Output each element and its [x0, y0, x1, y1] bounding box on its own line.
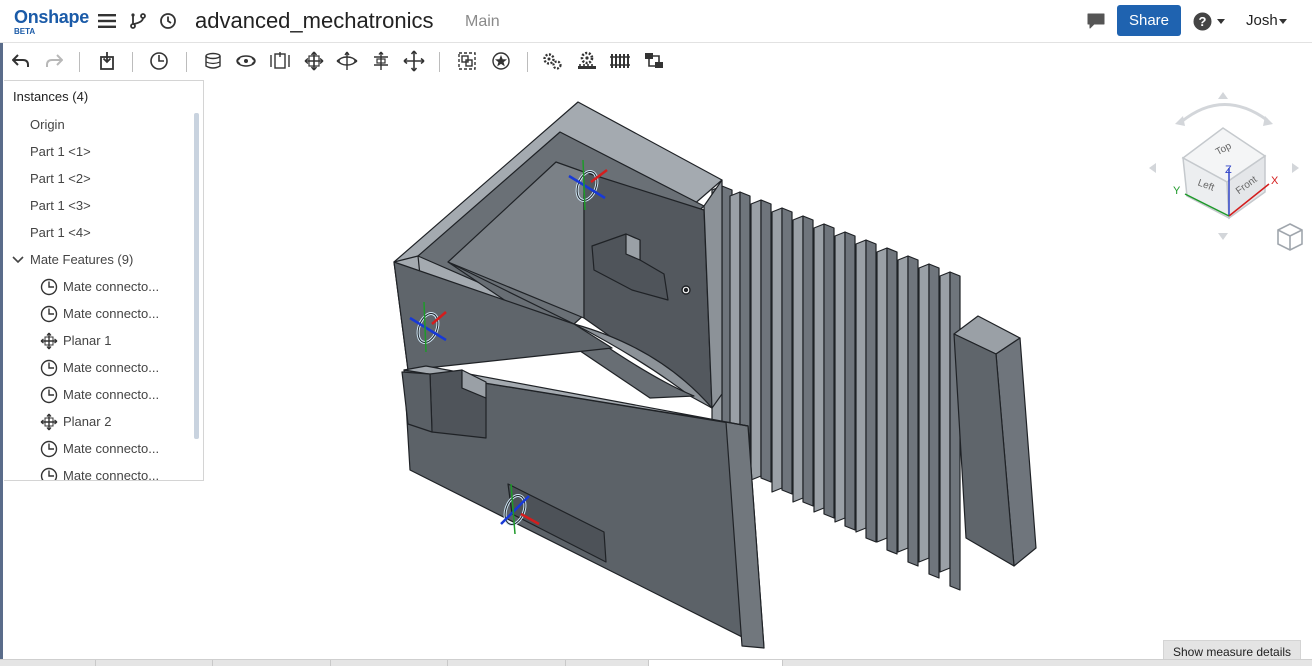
logo-text: Onshape: [14, 7, 89, 27]
mate-connector-icon: [40, 359, 58, 377]
spring-part: [711, 185, 1037, 591]
menu-icon[interactable]: [96, 10, 118, 32]
assembly-toolbar: [0, 42, 1312, 78]
active-tab[interactable]: [648, 660, 783, 666]
screw-relation-icon[interactable]: [609, 50, 631, 72]
mate-item[interactable]: Planar 2: [4, 408, 192, 435]
toolbar-divider: [439, 52, 440, 72]
toolbar-divider: [527, 52, 528, 72]
tab-divider: [212, 660, 213, 666]
tab-divider: [330, 660, 331, 666]
undo-icon[interactable]: [10, 50, 32, 72]
axis-y-label: Y: [1173, 185, 1181, 197]
planar-mate-icon: [40, 413, 58, 431]
mate-item[interactable]: Mate connecto...: [4, 462, 192, 480]
top-bar: Onshape BETA advanced_mechatronics Main …: [0, 0, 1312, 43]
panel-scrollbar-thumb[interactable]: [194, 113, 199, 439]
history-icon[interactable]: [157, 10, 179, 32]
cylindrical-mate-icon[interactable]: [336, 50, 358, 72]
instance-item[interactable]: Part 1 <3>: [4, 192, 192, 219]
help-icon[interactable]: ?: [1191, 10, 1213, 32]
rack-pinion-icon[interactable]: [576, 50, 598, 72]
fastened-mate-icon[interactable]: [202, 50, 224, 72]
svg-text:?: ?: [1198, 14, 1206, 29]
linear-relation-icon[interactable]: [643, 50, 665, 72]
replicate-icon[interactable]: [490, 50, 512, 72]
share-button[interactable]: Share: [1117, 5, 1181, 36]
mate-connector-icon: [40, 467, 58, 480]
chevron-down-icon[interactable]: [12, 255, 26, 264]
planar-mate-icon[interactable]: [303, 50, 325, 72]
group-icon[interactable]: [456, 50, 478, 72]
tab-divider: [447, 660, 448, 666]
rotate-right-icon: [1292, 163, 1299, 173]
tab-divider: [782, 660, 783, 666]
toolbar-divider: [132, 52, 133, 72]
instances-panel: Instances (4) Origin Part 1 <1> Part 1 <…: [4, 80, 204, 481]
mate-connector-icon: [40, 278, 58, 296]
pin-slot-mate-icon[interactable]: [370, 50, 392, 72]
instance-item[interactable]: Origin: [4, 111, 192, 138]
redo-icon[interactable]: [43, 50, 65, 72]
mate-connector-icon: [40, 440, 58, 458]
rotate-down-icon: [1218, 233, 1228, 240]
ball-mate-icon[interactable]: [403, 50, 425, 72]
axis-z-label: Z: [1225, 164, 1232, 176]
mate-features-group[interactable]: Mate Features (9): [4, 246, 192, 273]
mate-item[interactable]: Planar 1: [4, 327, 192, 354]
revolute-mate-icon[interactable]: [235, 50, 257, 72]
mate-item[interactable]: Mate connecto...: [4, 300, 192, 327]
comments-icon[interactable]: [1085, 10, 1107, 32]
toolbar-divider: [79, 52, 80, 72]
instance-item[interactable]: Part 1 <2>: [4, 165, 192, 192]
onshape-logo[interactable]: Onshape BETA: [14, 8, 89, 36]
instance-list: Origin Part 1 <1> Part 1 <2> Part 1 <3> …: [4, 111, 192, 480]
rotate-up-icon: [1218, 92, 1228, 99]
instance-item[interactable]: Part 1 <4>: [4, 219, 192, 246]
slider-mate-icon[interactable]: [269, 50, 291, 72]
mate-connector-icon: [40, 386, 58, 404]
gear-relation-icon[interactable]: [541, 50, 563, 72]
document-title[interactable]: advanced_mechatronics: [195, 8, 433, 34]
mate-connector-icon: [40, 305, 58, 323]
tab-divider: [95, 660, 96, 666]
mate-item[interactable]: Mate connecto...: [4, 435, 192, 462]
mate-item[interactable]: Mate connecto...: [4, 354, 192, 381]
branch-icon[interactable]: [127, 10, 149, 32]
branch-name: Main: [465, 13, 500, 30]
planar-mate-icon: [40, 332, 58, 350]
toolbar-divider: [186, 52, 187, 72]
user-caret-icon[interactable]: [1279, 19, 1287, 24]
mate-item[interactable]: Mate connecto...: [4, 273, 192, 300]
instances-header: Instances (4): [13, 89, 89, 104]
logo-badge: BETA: [14, 27, 36, 36]
axis-x-label: X: [1271, 175, 1279, 187]
mate-connector-icon[interactable]: [148, 50, 170, 72]
instance-item[interactable]: Part 1 <1>: [4, 138, 192, 165]
rotate-left-icon: [1149, 163, 1156, 173]
tab-divider: [565, 660, 566, 666]
view-cube-menu-icon[interactable]: [1276, 222, 1304, 252]
mate-item[interactable]: Mate connecto...: [4, 381, 192, 408]
help-caret-icon[interactable]: [1217, 19, 1225, 24]
user-menu[interactable]: Josh: [1246, 12, 1278, 29]
insert-icon[interactable]: [96, 50, 118, 72]
